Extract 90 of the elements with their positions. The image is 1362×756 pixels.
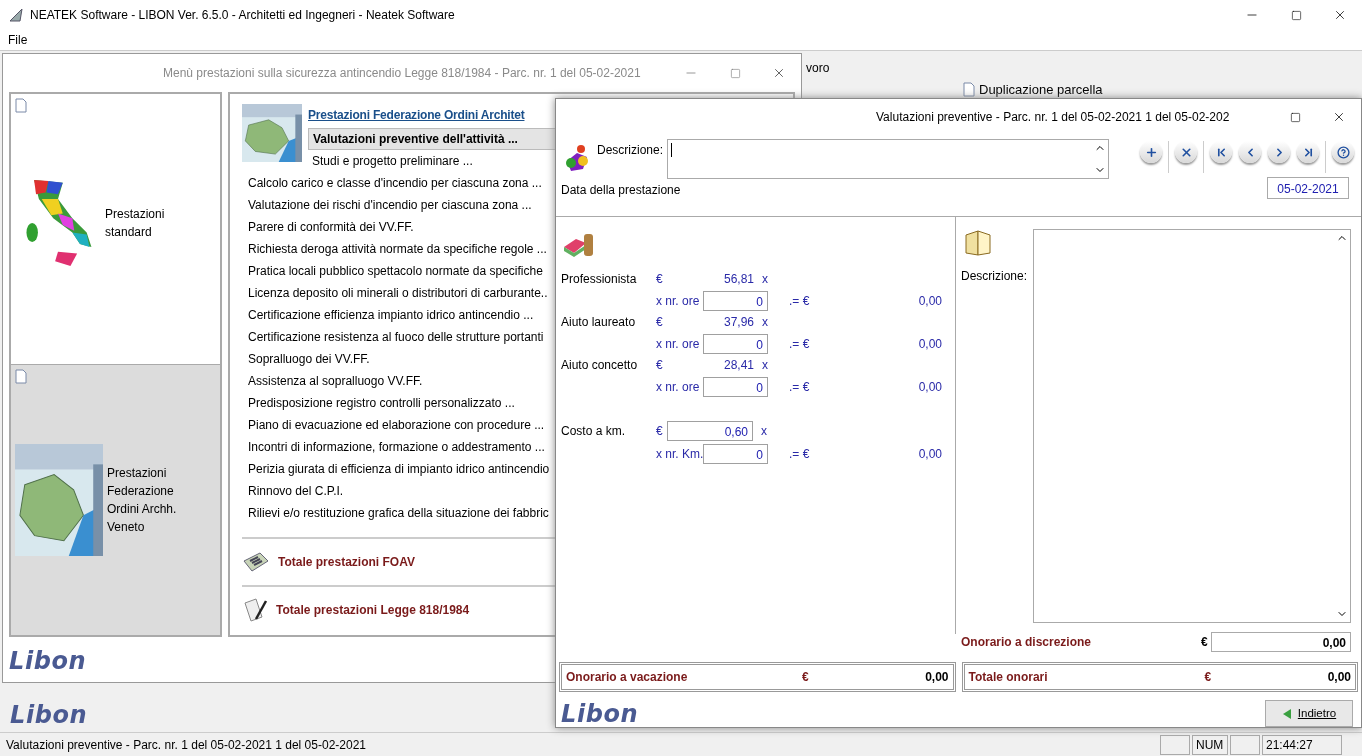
total-value: 0,00 — [925, 669, 949, 686]
rate-value: 56,81 — [722, 271, 754, 288]
total-label: Totale onorari — [968, 669, 1049, 686]
rate-field[interactable]: 0,60 — [667, 421, 753, 441]
equals-label: .= € — [789, 335, 811, 353]
result-value: 0,00 — [917, 292, 943, 310]
description-field[interactable] — [667, 139, 1110, 179]
close-icon[interactable] — [772, 66, 786, 80]
currency-label: € — [1204, 669, 1212, 686]
status-panel: NUM — [1192, 734, 1228, 755]
total-label[interactable]: Totale prestazioni Legge 818/1984 — [276, 601, 470, 619]
status-text: Valutazioni preventive - Parc. nr. 1 del 05-02-2021 1 del 05-02-2021 — [6, 736, 367, 754]
quantity-field[interactable]: 0 — [703, 290, 768, 311]
currency-label: € — [656, 357, 664, 374]
maximize-icon[interactable] — [1289, 111, 1301, 123]
currency-label: € — [1201, 634, 1209, 651]
date-field[interactable]: 05-02-2021 — [1267, 177, 1349, 199]
first-record-button[interactable] — [1210, 141, 1233, 163]
maximize-icon[interactable] — [1290, 9, 1302, 21]
delete-button[interactable] — [1175, 141, 1198, 163]
previous-button[interactable] — [1239, 141, 1262, 163]
date-label: Data della prestazione — [561, 182, 681, 199]
status-panel — [1230, 734, 1260, 755]
window-title: Valutazioni preventive - Parc. nr. 1 del 05-02-2021 1 del 05-02-202 — [876, 109, 1231, 126]
toolbar-text: voro — [806, 60, 830, 77]
notes-field[interactable] — [1033, 229, 1351, 623]
open-book-icon — [963, 229, 993, 257]
rate-label: Costo a km. — [561, 423, 627, 440]
duplicate-label: Duplicazione parcella — [979, 81, 1103, 98]
calculator-icon — [242, 551, 270, 573]
pen-and-paper-icon — [242, 597, 268, 623]
menu-item[interactable]: File — [8, 31, 28, 49]
quantity-field[interactable]: 0 — [703, 443, 768, 464]
rate-value: 37,96 — [722, 314, 754, 331]
help-icon — [1336, 145, 1350, 159]
rate-label: Professionista — [561, 271, 638, 288]
times-label: x — [762, 271, 768, 288]
quantity-field[interactable]: 0 — [703, 376, 768, 397]
close-icon[interactable] — [1332, 110, 1346, 124]
equals-label: .= € — [789, 292, 811, 310]
window-title: Menù prestazioni sulla sicurezza antincendio Legge 818/1984 - Parc. nr. 1 del 05-02-2021 — [163, 65, 642, 82]
document-icon — [15, 98, 27, 113]
discretion-field[interactable]: 0,00 — [1211, 632, 1351, 652]
quantity-field[interactable]: 0 — [703, 333, 768, 354]
rate-value: 28,41 — [722, 357, 754, 374]
cross-icon — [1179, 145, 1193, 159]
books-icon — [562, 231, 596, 259]
libon-logo: Libon — [9, 649, 88, 673]
last-record-button[interactable] — [1297, 141, 1320, 163]
equals-label: .= € — [789, 378, 811, 396]
quantity-label: x nr. ore — [656, 292, 701, 310]
notes-label: Descrizione: — [961, 268, 1029, 285]
equals-label: .= € — [789, 445, 811, 463]
total-label: Onorario a vacazione — [566, 669, 689, 686]
discretion-label: Onorario a discrezione — [961, 634, 1093, 651]
result-value: 0,00 — [917, 445, 943, 463]
rate-label: Aiuto laureato — [561, 314, 637, 331]
total-value: 0,00 — [1327, 669, 1351, 686]
quantity-label: x nr. ore — [656, 335, 701, 353]
document-icon — [15, 369, 27, 384]
libon-logo: Libon — [561, 701, 639, 726]
app-icon — [8, 7, 24, 23]
currency-label: € — [656, 314, 664, 331]
status-panel — [1160, 734, 1190, 755]
times-label: x — [761, 423, 767, 440]
quantity-label: x nr. Km. — [656, 445, 703, 463]
back-arrow-icon — [1281, 707, 1292, 720]
total-label[interactable]: Totale prestazioni FOAV — [278, 553, 415, 571]
category-label: Prestazioni standard — [105, 206, 166, 241]
currency-label: € — [656, 271, 664, 288]
add-button[interactable] — [1140, 141, 1163, 163]
status-panel: 21:44:27 — [1262, 734, 1342, 755]
section-link[interactable]: Prestazioni Federazione Ordini Architet — [308, 106, 525, 124]
times-label: x — [762, 357, 768, 374]
quantity-label: x nr. ore — [656, 378, 701, 396]
help-button[interactable] — [1332, 141, 1355, 163]
category-label: Prestazioni Federazione Ordini Archh. Veneto — [107, 465, 178, 536]
window-title: NEATEK Software - LIBON Ver. 6.5.0 - Architetti ed Ingegneri - Neatek Software — [30, 7, 456, 24]
next-button[interactable] — [1268, 141, 1291, 163]
currency-label: € — [802, 669, 809, 686]
plus-icon — [1144, 145, 1158, 159]
rate-label: Aiuto concetto — [561, 357, 639, 374]
back-button[interactable]: Indietro — [1265, 700, 1353, 727]
close-icon[interactable] — [1333, 8, 1347, 22]
libon-logo: Libon — [10, 703, 88, 727]
times-label: x — [762, 314, 768, 331]
category-item[interactable]: Prestazioni Federazione Ordini Archh. Veneto — [11, 364, 220, 635]
currency-label: € — [656, 423, 664, 440]
result-value: 0,00 — [917, 335, 943, 353]
result-value: 0,00 — [917, 378, 943, 396]
